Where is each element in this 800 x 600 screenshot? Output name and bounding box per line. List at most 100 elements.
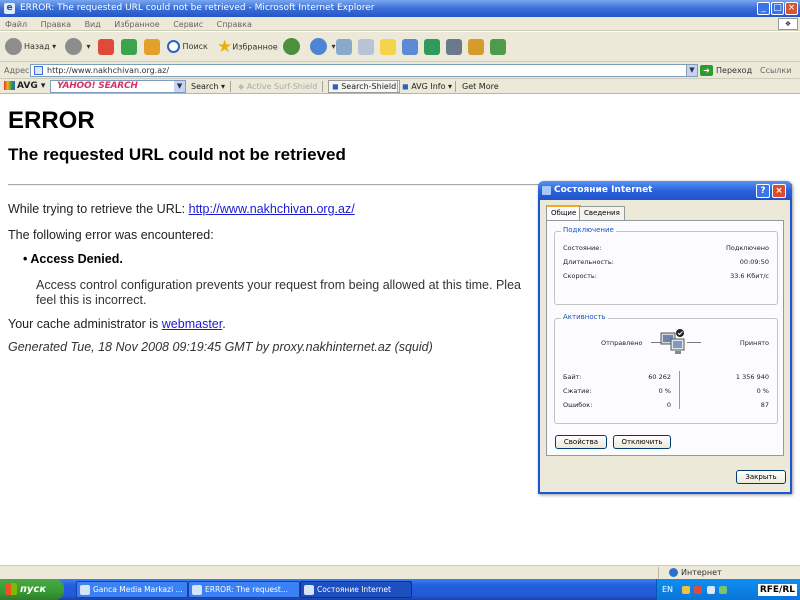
forward-button[interactable]: ▾ [65,36,91,58]
zone-label: Интернет [681,568,722,577]
menu-tools[interactable]: Сервис [168,18,208,32]
activity-group-label: Активность [561,313,608,321]
favorites-button[interactable]: ★Избранное [217,36,278,58]
close-icon[interactable]: × [785,2,798,15]
tray-icon-1[interactable] [681,585,690,594]
sent-label: Отправлено [601,339,643,347]
edit-button[interactable] [358,36,374,58]
webmaster-link[interactable]: webmaster [162,317,222,331]
search-button[interactable]: Поиск [167,36,208,58]
toolbar-separator [230,81,231,92]
tray-icon-2[interactable] [694,585,703,594]
task-internet-status[interactable]: Состояние Internet [300,581,412,598]
start-label: пуск [20,584,47,595]
media-icon [283,38,300,55]
media-button[interactable] [283,36,302,58]
dialog-close-icon[interactable]: × [772,184,786,198]
refresh-button[interactable] [121,36,137,58]
error-detail-line2: feel this is incorrect. [36,293,147,307]
duration-row: Длительность: 00:09:50 [563,258,769,266]
search-shield-icon: ◼ [332,82,339,91]
help-icon[interactable]: ? [756,184,770,198]
history-button[interactable]: ▾ [310,36,336,58]
search-shield-button[interactable]: ◼ Search-Shield [328,80,401,93]
status-row: Состояние: Подключено [563,244,769,252]
maximize-icon[interactable]: □ [771,2,784,15]
connection-group: Подключение Состояние: Подключено Длитель… [554,226,778,305]
note-icon [380,38,396,55]
dialog-panel: Подключение Состояние: Подключено Длитель… [546,220,784,456]
task-label: Состояние Internet [317,585,391,594]
access-denied-item: • Access Denied. [23,252,123,266]
info-icon: ◼ [402,82,409,91]
errors-label: Ошибок: [563,401,593,409]
browser-title: ERROR: The requested URL could not be re… [20,3,375,13]
language-indicator[interactable]: EN [662,585,673,594]
address-dropdown-icon[interactable]: ▼ [686,64,698,77]
shield-icon: ◆ [238,82,245,91]
stop-button[interactable] [98,36,114,58]
tab-general[interactable]: Общие [546,205,582,220]
tool-button-2[interactable] [446,36,462,58]
menu-file[interactable]: Файл [0,18,32,32]
browser-title-bar: e ERROR: The requested URL could not be … [0,0,800,17]
errors-received: 87 [760,401,769,409]
cube-icon [424,38,440,55]
back-button[interactable]: Назад ▾ [5,36,56,58]
error-subheading: The requested URL could not be retrieved [8,145,346,164]
properties-button[interactable]: Свойства [555,435,607,449]
url-line-text: While trying to retrieve the URL: [8,202,189,216]
tool-button-1[interactable] [424,36,440,58]
menu-view[interactable]: Вид [80,18,106,32]
avg-search-input[interactable]: YAHOO! SEARCH ▼ [50,80,186,93]
toolbar-separator [322,81,323,92]
discuss-button[interactable] [380,36,396,58]
go-button[interactable]: ➜ Переход [700,63,752,78]
task-ganca-media[interactable]: Ganca Media Markazi ... [76,581,188,598]
generated-footer: Generated Tue, 18 Nov 2008 09:19:45 GMT … [8,340,433,354]
avg-info-button[interactable]: ◼ AVG Info ▾ [402,79,452,94]
tools-icon [446,38,462,55]
menu-edit[interactable]: Правка [36,18,76,32]
home-button[interactable] [144,36,160,58]
cache-admin-line: Your cache administrator is webmaster. [8,317,226,331]
task-error-page[interactable]: ERROR: The request... [188,581,300,598]
requested-url-link[interactable]: http://www.nakhchivan.org.az/ [189,202,355,216]
address-input[interactable]: http://www.nakhchivan.org.az/ [30,64,698,77]
tab-details[interactable]: Сведения [579,206,625,220]
tool-button-4[interactable] [490,36,506,58]
get-more-button[interactable]: Get More [462,79,499,94]
messenger-button[interactable] [402,36,418,58]
menu-help[interactable]: Справка [212,18,257,32]
avg-logo[interactable]: AVG ▾ [4,79,45,94]
disconnect-button[interactable]: Отключить [613,435,671,449]
star-icon: ★ [217,37,233,57]
speed-row: Скорость: 33.6 Кбит/с [563,272,769,280]
search-dropdown-icon[interactable]: ▼ [174,81,185,92]
dialog-title: Состояние Internet [554,185,653,195]
forward-arrow-icon [65,38,82,55]
start-button[interactable]: пуск [0,579,64,600]
globe-icon [669,568,678,577]
cache-admin-period: . [222,317,226,331]
avg-logo-icon [4,81,15,90]
error-encountered-line: The following error was encountered: [8,228,214,242]
menu-favorites[interactable]: Избранное [109,18,164,32]
tool-button-3[interactable] [468,36,484,58]
mail-button[interactable] [336,36,352,58]
tray-icon-3[interactable] [706,585,715,594]
tray-icon-4[interactable] [719,585,728,594]
history-icon [310,38,327,55]
puzzle-icon [468,38,484,55]
bytes-row: Байт: 60 262 1 356 940 [563,373,769,381]
avg-search-button[interactable]: Search ▾ [191,79,225,94]
minimize-icon[interactable]: _ [757,2,770,15]
speed-label: Скорость: [563,272,597,280]
menu-bar: Файл Правка Вид Избранное Сервис Справка… [0,17,800,31]
dialog-title-bar: Состояние Internet ? × [538,181,792,200]
network-icon [542,186,551,195]
dialog-close-button[interactable]: Закрыть [736,470,786,484]
links-button[interactable]: Ссылки [760,63,791,78]
active-surf-shield-button[interactable]: ◆ Active Surf-Shield [238,79,317,94]
toolbar-separator [397,81,398,92]
